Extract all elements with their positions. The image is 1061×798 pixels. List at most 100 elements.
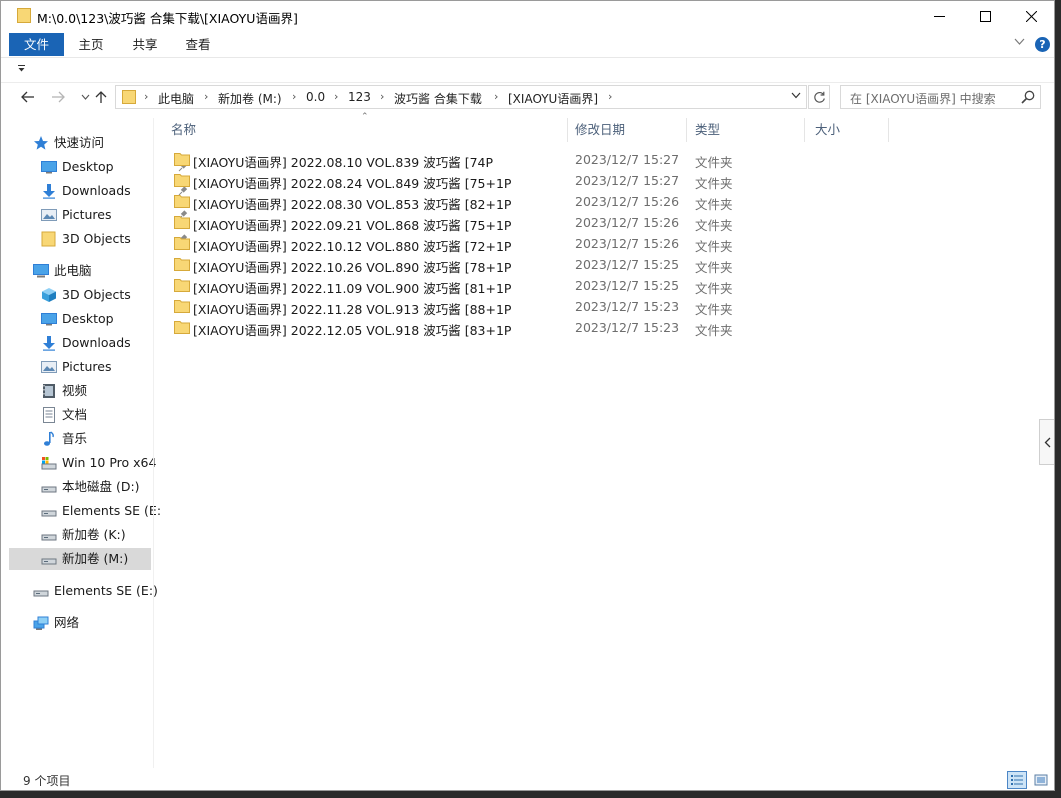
table-row[interactable]: [XIAOYU语画界] 2022.10.12 VOL.880 波巧酱 [72+1… <box>161 233 741 254</box>
folder-icon <box>17 8 31 23</box>
nav-this-pc[interactable]: 此电脑 <box>33 260 151 282</box>
item-count: 9 个项目 <box>23 774 71 788</box>
breadcrumb-separator[interactable]: › <box>380 90 384 103</box>
navigation-bar: › 此电脑 › 新加卷 (M:) › 0.0 › 123 › 波巧酱 合集下载 … <box>1 83 1054 111</box>
minimize-button[interactable] <box>916 1 962 31</box>
breadcrumb-this-pc[interactable]: 此电脑 <box>158 90 194 107</box>
tab-file[interactable]: 文件 <box>9 33 64 56</box>
download-arrow-icon <box>43 184 55 199</box>
table-row[interactable]: [XIAOYU语画界] 2022.08.30 VOL.853 波巧酱 [82+1… <box>161 191 741 212</box>
breadcrumb-drive-m[interactable]: 新加卷 (M:) <box>218 90 282 107</box>
folder-icon <box>174 216 190 229</box>
up-button[interactable] <box>92 88 110 106</box>
maximize-button[interactable] <box>962 1 1008 31</box>
folder-icon <box>41 231 56 247</box>
nav-quick-desktop[interactable]: Desktop <box>41 156 188 178</box>
nav-pc-drive-c[interactable]: Win 10 Pro x64 <box>41 452 156 474</box>
column-header-name[interactable]: 名称 <box>161 118 568 142</box>
refresh-button[interactable] <box>808 85 830 109</box>
refresh-icon <box>813 91 825 103</box>
arrow-left-icon <box>21 91 34 103</box>
nav-external-drive-e[interactable]: Elements SE (E:) <box>33 580 158 602</box>
column-header-date[interactable]: 修改日期 <box>565 118 687 142</box>
folder-icon <box>122 90 136 104</box>
folder-icon <box>174 279 190 292</box>
breadcrumb-folder-0-0[interactable]: 0.0 <box>306 90 325 104</box>
network-icon <box>33 616 49 630</box>
breadcrumb-folder-123[interactable]: 123 <box>348 90 371 104</box>
breadcrumb-separator[interactable]: › <box>292 90 296 103</box>
close-icon <box>1025 10 1037 22</box>
nav-quick-3d-objects[interactable]: 3D Objects <box>41 228 188 250</box>
star-icon <box>34 136 48 150</box>
tab-share[interactable]: 共享 <box>123 33 167 56</box>
breadcrumb-separator[interactable]: › <box>144 90 148 103</box>
nav-pc-pictures[interactable]: Pictures <box>41 356 151 378</box>
forward-button[interactable] <box>49 88 67 106</box>
customize-toolbar-icon[interactable] <box>17 64 26 73</box>
help-icon[interactable]: ? <box>1035 37 1050 52</box>
folder-icon <box>174 195 190 208</box>
nav-pc-downloads[interactable]: Downloads <box>41 332 151 354</box>
table-row[interactable]: [XIAOYU语画界] 2022.11.09 VOL.900 波巧酱 [81+1… <box>161 275 741 296</box>
chevron-left-icon <box>1044 437 1050 447</box>
search-icon[interactable] <box>1021 90 1035 104</box>
column-header-type[interactable]: 类型 <box>685 118 805 142</box>
pictures-icon <box>41 209 57 221</box>
navigation-pane: 快速访问 Desktop Downloads Pictures 3D Objec… <box>1 118 188 768</box>
nav-network[interactable]: 网络 <box>33 612 151 634</box>
nav-pc-drive-m[interactable]: 新加卷 (M:) <box>9 548 151 570</box>
chevron-down-icon[interactable] <box>1014 38 1025 46</box>
table-row[interactable]: [XIAOYU语画界] 2022.08.10 VOL.839 波巧酱 [74P … <box>161 149 741 170</box>
pane-divider[interactable] <box>153 118 154 768</box>
drive-icon <box>41 534 57 541</box>
breadcrumb-separator[interactable]: › <box>204 90 208 103</box>
nav-pc-videos[interactable]: 视频 <box>41 380 151 402</box>
table-row[interactable]: [XIAOYU语画界] 2022.10.26 VOL.890 波巧酱 [78+1… <box>161 254 741 275</box>
desktop-icon <box>41 161 57 174</box>
large-icons-view-button[interactable] <box>1031 771 1051 789</box>
nav-pc-documents[interactable]: 文档 <box>41 404 151 426</box>
music-note-icon <box>44 431 54 446</box>
breadcrumb-separator[interactable]: › <box>494 90 498 103</box>
folder-icon <box>174 153 190 166</box>
table-row[interactable]: [XIAOYU语画界] 2022.12.05 VOL.918 波巧酱 [83+1… <box>161 317 741 338</box>
nav-pc-drive-d[interactable]: 本地磁盘 (D:) <box>41 476 151 498</box>
ribbon-tabs: 文件 主页 共享 查看 ? <box>1 31 1054 58</box>
document-icon <box>43 407 55 423</box>
nav-pc-music[interactable]: 音乐 <box>41 428 151 450</box>
preview-pane-toggle[interactable] <box>1039 419 1054 465</box>
breadcrumb-separator[interactable]: › <box>334 90 338 103</box>
nav-quick-access[interactable]: 快速访问 <box>33 132 151 154</box>
tab-view[interactable]: 查看 <box>176 33 220 56</box>
pictures-icon <box>41 361 57 373</box>
nav-pc-drive-k[interactable]: 新加卷 (K:) <box>41 524 151 546</box>
nav-quick-downloads[interactable]: Downloads <box>41 180 188 202</box>
window-title: M:\0.0\123\波巧酱 合集下载\[XIAOYU语画界] <box>37 11 298 26</box>
nav-quick-pictures[interactable]: Pictures <box>41 204 188 226</box>
nav-pc-desktop[interactable]: Desktop <box>41 308 151 330</box>
column-header-size[interactable]: 大小 <box>805 118 889 142</box>
search-placeholder[interactable]: 在 [XIAOYU语画界] 中搜索 <box>850 90 996 107</box>
quick-access-toolbar <box>1 58 1054 83</box>
address-bar[interactable]: › 此电脑 › 新加卷 (M:) › 0.0 › 123 › 波巧酱 合集下载 … <box>115 85 807 109</box>
table-row[interactable]: [XIAOYU语画界] 2022.11.28 VOL.913 波巧酱 [88+1… <box>161 296 741 317</box>
details-view-button[interactable] <box>1007 771 1027 789</box>
download-arrow-icon <box>43 336 55 351</box>
nav-pc-drive-e[interactable]: Elements SE (E: <box>41 500 161 522</box>
tab-home[interactable]: 主页 <box>71 33 111 56</box>
nav-pc-3d-objects[interactable]: 3D Objects <box>41 284 151 306</box>
chevron-down-icon[interactable] <box>791 92 801 99</box>
breadcrumb-folder-current[interactable]: [XIAOYU语画界] <box>508 90 598 107</box>
breadcrumb-folder-collection[interactable]: 波巧酱 合集下载 <box>394 90 482 107</box>
file-list: ⌃ 名称 修改日期 类型 大小 [XIAOYU语画界] 2022.08.10 V… <box>161 112 1041 768</box>
arrow-up-icon <box>95 91 107 103</box>
folder-icon <box>174 237 190 250</box>
search-box[interactable]: 在 [XIAOYU语画界] 中搜索 <box>840 85 1041 109</box>
table-row[interactable]: [XIAOYU语画界] 2022.09.21 VOL.868 波巧酱 [75+1… <box>161 212 741 233</box>
back-button[interactable] <box>19 88 37 106</box>
breadcrumb-separator[interactable]: › <box>608 90 612 103</box>
close-button[interactable] <box>1008 1 1054 31</box>
desktop-icon <box>41 313 57 326</box>
table-row[interactable]: [XIAOYU语画界] 2022.08.24 VOL.849 波巧酱 [75+1… <box>161 170 741 191</box>
